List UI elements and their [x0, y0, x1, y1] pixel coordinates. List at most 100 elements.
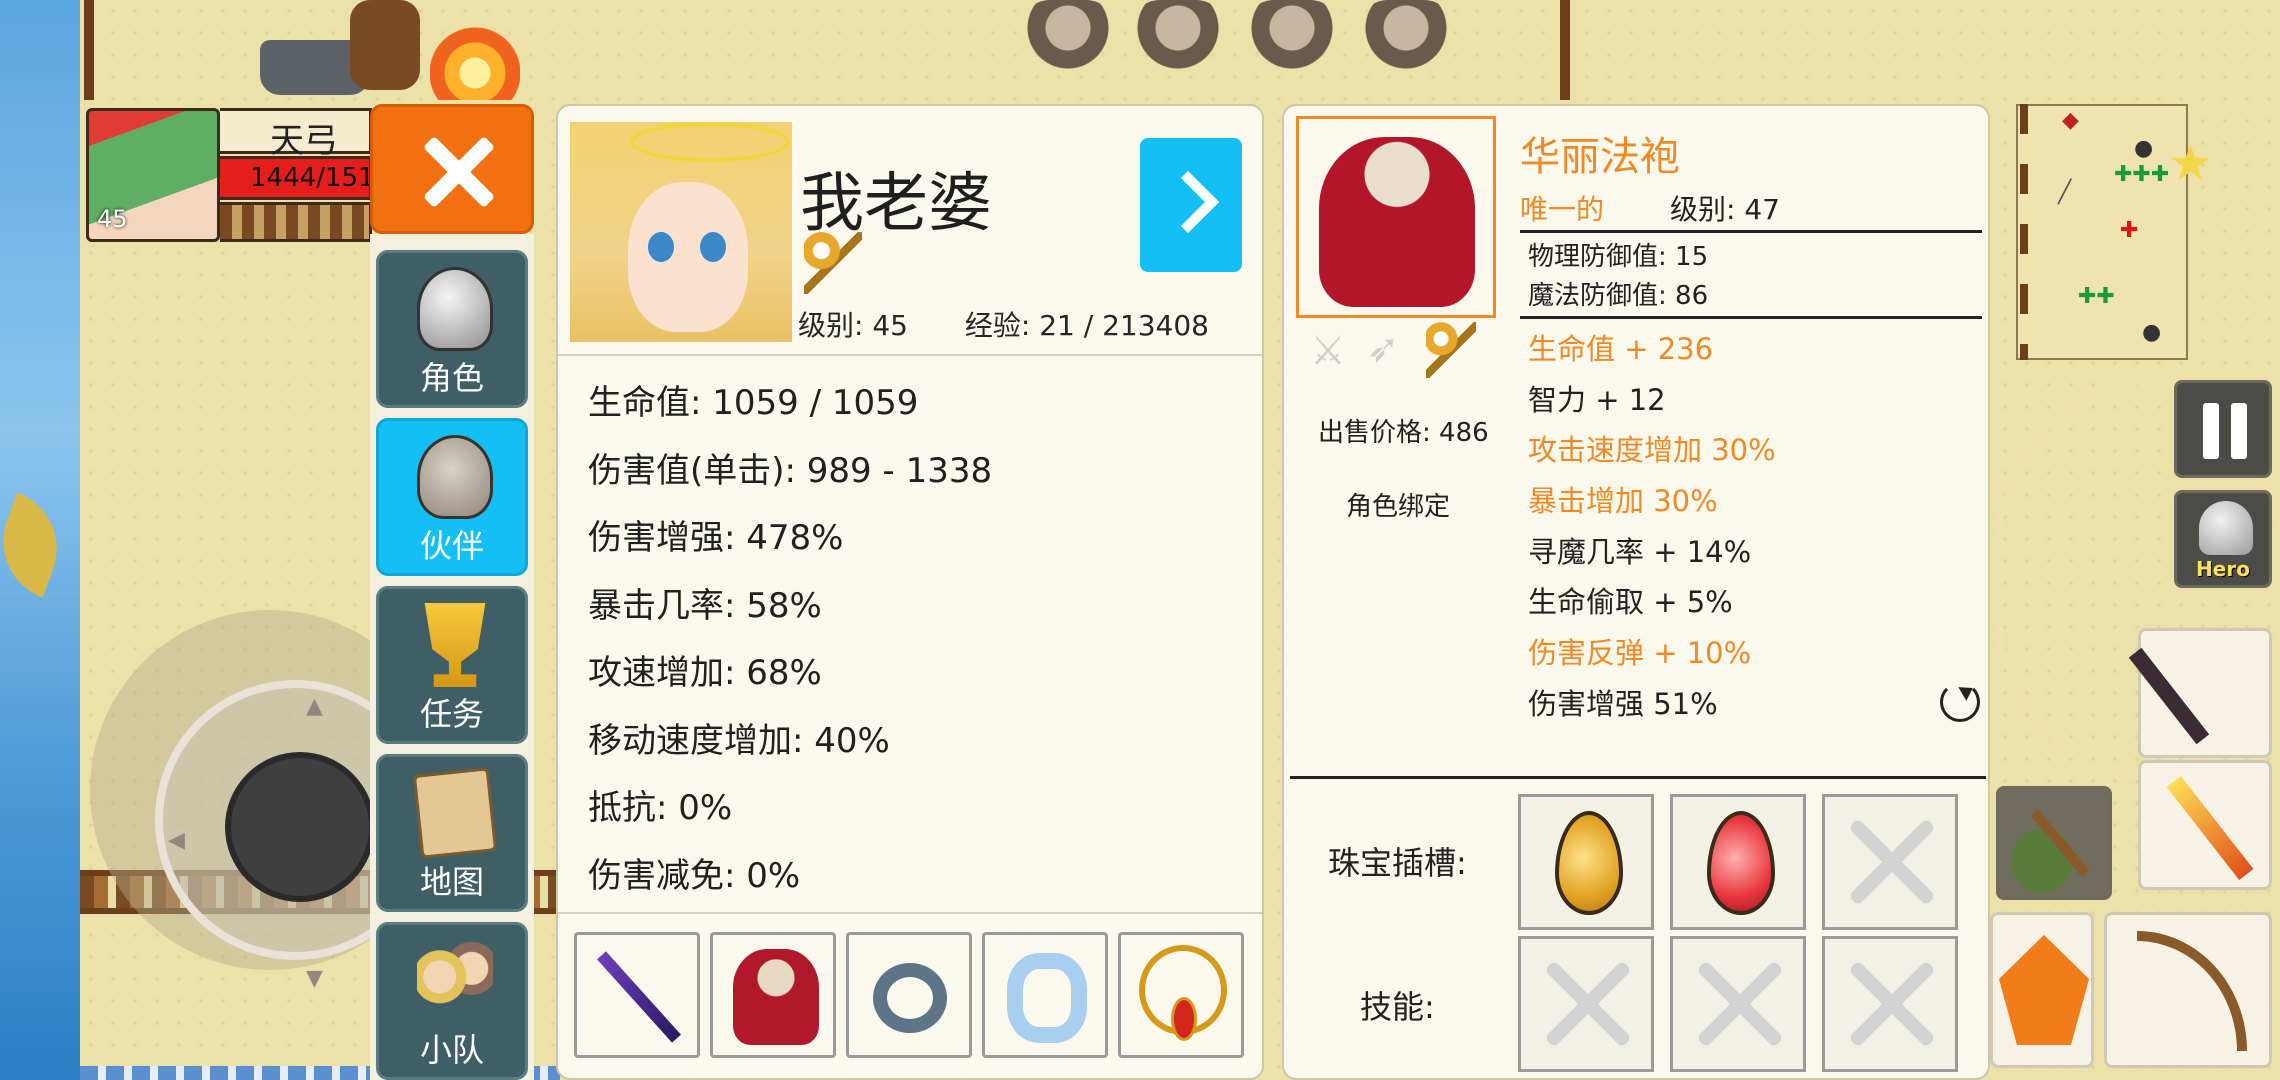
player-hp-bar: 1444/1515 [220, 156, 372, 200]
helmet-icon [417, 267, 493, 351]
skill-slots [1518, 936, 1958, 1072]
background-pole [1560, 0, 1570, 100]
joystick-knob[interactable] [225, 752, 375, 902]
companion-meta: 级别: 45 经验: 21 / 213408 [798, 304, 1209, 344]
equip-slot-weapon[interactable] [574, 932, 700, 1058]
minimap-npc-icon: ● [2142, 320, 2162, 345]
menu-item-party[interactable]: 小队 [376, 922, 528, 1080]
affix-line: 攻击速度增加 30% [1528, 433, 1776, 468]
quick-slot-fire-sword[interactable] [2138, 760, 2272, 890]
player-name: 天弓 [270, 121, 338, 161]
skill-slot-3-empty[interactable] [1822, 936, 1958, 1072]
affix-line: 智力 + 12 [1528, 382, 1666, 417]
gem-slot-1[interactable] [1518, 794, 1654, 930]
npc-sprite[interactable] [1130, 0, 1226, 80]
skill-slot-2-empty[interactable] [1670, 936, 1806, 1072]
equip-slot-amulet[interactable] [1118, 932, 1244, 1058]
divider [558, 354, 1262, 356]
menu-item-label: 角色 [419, 359, 484, 397]
player-card[interactable]: 45 天弓 1444/1515 [86, 108, 372, 242]
stat-move-speed: 移动速度增加: 40% [588, 720, 890, 761]
ring-icon [873, 963, 947, 1033]
fire-sword-icon [2166, 775, 2254, 881]
trophy-icon [424, 603, 486, 687]
minimap-sword-icon: ╱ [2058, 180, 2072, 205]
npc-sprite[interactable] [1244, 0, 1340, 80]
bush-icon [2011, 829, 2073, 893]
close-button[interactable] [370, 104, 534, 234]
item-level: 级别: 47 [1670, 193, 1780, 226]
menu-item-label: 任务 [419, 695, 484, 733]
companion-level: 级别: 45 [798, 309, 908, 342]
minimap[interactable]: ◆ ● ✚✚✚ ╱ ✚ ★ ✚✚ ● [2016, 104, 2213, 360]
minimap-star-icon: ★ [2168, 134, 2213, 192]
item-name: 华丽法袍 [1520, 134, 1680, 180]
dark-sword-icon [2128, 647, 2210, 745]
menu-item-character[interactable]: 角色 [376, 250, 528, 408]
minimap-marker-icon: ◆ [2062, 108, 2079, 133]
next-companion-button[interactable] [1140, 138, 1242, 272]
equip-slot-ring-2[interactable] [982, 932, 1108, 1058]
companion-portrait [570, 122, 792, 342]
quick-slot-leaf[interactable] [1990, 912, 2094, 1068]
menu-item-companion[interactable]: 伙伴 [376, 418, 528, 576]
crystal-ring-icon [1007, 953, 1087, 1043]
companion-panel: 我老婆 级别: 45 经验: 21 / 213408 生命值: 1059 / 1… [556, 104, 1264, 1080]
gem-slot-2[interactable] [1670, 794, 1806, 930]
item-rarity: 唯一的 [1520, 193, 1605, 226]
joystick-down-arrow-icon: ▼ [306, 966, 323, 991]
item-base-stats: 物理防御值: 15 魔法防御值: 86 [1528, 238, 1708, 316]
companion-name: 我老婆 [800, 167, 992, 241]
menu-item-map[interactable]: 地图 [376, 754, 528, 912]
staff-class-icon [1426, 322, 1476, 378]
joystick-left-arrow-icon: ◀ [168, 828, 185, 853]
ruby-gem-icon [1707, 811, 1775, 915]
barrel-sprite [350, 0, 420, 90]
maple-leaf-icon [1999, 935, 2089, 1045]
equip-slot-armor[interactable] [710, 932, 836, 1058]
companion-stats: 生命值: 1059 / 1059 伤害值(单击): 989 - 1338 伤害增… [588, 374, 992, 914]
gem-slot-3-empty[interactable] [1822, 794, 1958, 930]
stat-damage: 伤害值(单击): 989 - 1338 [588, 450, 993, 491]
gem-slots [1518, 794, 1958, 930]
companion-exp: 经验: 21 / 213408 [964, 309, 1209, 342]
horned-helmet-icon [417, 435, 493, 519]
affix-line: 伤害反弹 + 10% [1528, 636, 1752, 671]
skill-slot-1-empty[interactable] [1518, 936, 1654, 1072]
staff-icon [597, 951, 681, 1043]
halo-icon [630, 122, 790, 162]
item-bound-label: 角色绑定 [1346, 492, 1451, 522]
item-physical-defense: 物理防御值: 15 [1528, 242, 1709, 272]
hero-button[interactable]: Hero [2174, 490, 2272, 588]
gem-slots-label: 珠宝插槽: [1328, 844, 1467, 882]
background-pole [84, 0, 94, 100]
menu-item-quests[interactable]: 任务 [376, 586, 528, 744]
staff-class-icon [804, 232, 862, 294]
map-scroll-icon [412, 767, 498, 859]
stat-resistance: 抵抗: 0% [588, 788, 733, 828]
item-image [1296, 116, 1496, 318]
affix-line: 暴击增加 30% [1528, 484, 1718, 519]
stat-damage-boost: 伤害增强: 478% [588, 518, 844, 558]
quick-slot-bow[interactable] [2104, 912, 2272, 1068]
hero-label: Hero [2196, 557, 2250, 581]
affix-line: 伤害增强 51% [1528, 686, 1718, 721]
player-name-box: 天弓 [220, 108, 372, 161]
equip-slot-ring[interactable] [846, 932, 972, 1058]
refresh-icon[interactable] [1940, 682, 1980, 722]
npc-sprite[interactable] [1020, 0, 1116, 80]
menu-item-label: 地图 [419, 863, 484, 901]
item-sell-price: 出售价格: 486 [1318, 418, 1489, 448]
robe-icon [1319, 137, 1475, 307]
fire-sprite [430, 10, 520, 100]
stat-crit-chance: 暴击几率: 58% [588, 585, 822, 626]
minimap-grass-icon: ✚✚ [2078, 284, 2115, 309]
npc-sprite[interactable] [1358, 0, 1454, 80]
joystick-up-arrow-icon: ▲ [306, 694, 323, 719]
pause-button[interactable] [2174, 380, 2272, 478]
item-magic-defense: 魔法防御值: 86 [1528, 281, 1709, 311]
divider [1520, 316, 1982, 319]
quick-slot-dark-sword[interactable] [2128, 628, 2272, 758]
quick-slot-axe[interactable] [1996, 786, 2112, 900]
divider [1290, 776, 1986, 779]
